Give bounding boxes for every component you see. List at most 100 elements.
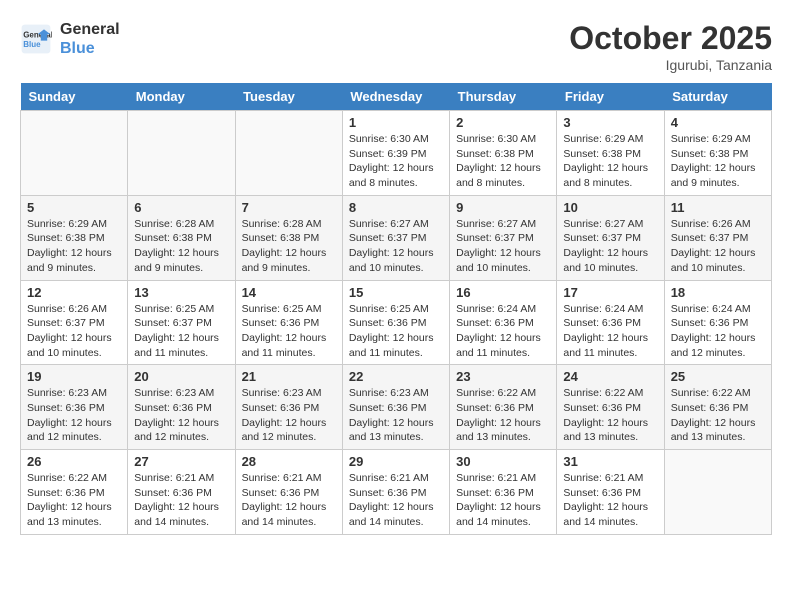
svg-text:Blue: Blue: [23, 40, 41, 49]
calendar-cell: 19 Sunrise: 6:23 AM Sunset: 6:36 PM Dayli…: [21, 365, 128, 450]
calendar-cell: 1 Sunrise: 6:30 AM Sunset: 6:39 PM Daylig…: [342, 111, 449, 196]
day-info: Sunrise: 6:21 AM Sunset: 6:36 PM Dayligh…: [134, 471, 228, 530]
page-header: General Blue General Blue October 2025 I…: [20, 20, 772, 73]
calendar-week-row: 26 Sunrise: 6:22 AM Sunset: 6:36 PM Dayli…: [21, 450, 772, 535]
day-info: Sunrise: 6:29 AM Sunset: 6:38 PM Dayligh…: [563, 132, 657, 191]
calendar-cell: 12 Sunrise: 6:26 AM Sunset: 6:37 PM Dayli…: [21, 280, 128, 365]
calendar-cell: 23Sunrise: 6:22 AM Sunset: 6:36 PM Dayli…: [450, 365, 557, 450]
day-info: Sunrise: 6:24 AM Sunset: 6:36 PM Dayligh…: [563, 302, 657, 361]
day-info: Sunrise: 6:23 AM Sunset: 6:36 PM Dayligh…: [27, 386, 121, 445]
calendar-cell: 22 Sunrise: 6:23 AM Sunset: 6:36 PM Dayli…: [342, 365, 449, 450]
logo: General Blue General Blue: [20, 20, 120, 58]
day-info: Sunrise: 6:25 AM Sunset: 6:36 PM Dayligh…: [349, 302, 443, 361]
day-info: Sunrise: 6:21 AM Sunset: 6:36 PM Dayligh…: [563, 471, 657, 530]
day-number: 14: [242, 285, 336, 300]
day-number: 20: [134, 369, 228, 384]
svg-text:General: General: [23, 31, 52, 40]
day-info: Sunrise: 6:22 AM Sunset: 6:36 PM Dayligh…: [671, 386, 765, 445]
day-number: 6: [134, 200, 228, 215]
day-number: 8: [349, 200, 443, 215]
day-info: Sunrise: 6:29 AM Sunset: 6:38 PM Dayligh…: [671, 132, 765, 191]
weekday-header-monday: Monday: [128, 83, 235, 111]
calendar-cell: [235, 111, 342, 196]
day-info: Sunrise: 6:23 AM Sunset: 6:36 PM Dayligh…: [134, 386, 228, 445]
day-number: 19: [27, 369, 121, 384]
day-number: 16: [456, 285, 550, 300]
day-number: 25: [671, 369, 765, 384]
calendar-cell: 30 Sunrise: 6:21 AM Sunset: 6:36 PM Dayli…: [450, 450, 557, 535]
day-info: Sunrise: 6:29 AM Sunset: 6:38 PM Dayligh…: [27, 217, 121, 276]
calendar-cell: 20 Sunrise: 6:23 AM Sunset: 6:36 PM Dayli…: [128, 365, 235, 450]
day-number: 18: [671, 285, 765, 300]
day-number: 15: [349, 285, 443, 300]
day-number: 2: [456, 115, 550, 130]
day-number: 26: [27, 454, 121, 469]
weekday-header-friday: Friday: [557, 83, 664, 111]
day-info: Sunrise: 6:21 AM Sunset: 6:36 PM Dayligh…: [456, 471, 550, 530]
calendar-cell: 9 Sunrise: 6:27 AM Sunset: 6:37 PM Daylig…: [450, 195, 557, 280]
day-info: Sunrise: 6:30 AM Sunset: 6:38 PM Dayligh…: [456, 132, 550, 191]
day-number: 4: [671, 115, 765, 130]
day-number: 30: [456, 454, 550, 469]
logo-general: General: [60, 20, 120, 39]
calendar-cell: 13 Sunrise: 6:25 AM Sunset: 6:37 PM Dayli…: [128, 280, 235, 365]
calendar-cell: 29Sunrise: 6:21 AM Sunset: 6:36 PM Dayli…: [342, 450, 449, 535]
location-subtitle: Igurubi, Tanzania: [569, 57, 772, 73]
weekday-header-thursday: Thursday: [450, 83, 557, 111]
calendar-cell: 8 Sunrise: 6:27 AM Sunset: 6:37 PM Daylig…: [342, 195, 449, 280]
day-info: Sunrise: 6:28 AM Sunset: 6:38 PM Dayligh…: [242, 217, 336, 276]
calendar-cell: 6 Sunrise: 6:28 AM Sunset: 6:38 PM Daylig…: [128, 195, 235, 280]
calendar-table: SundayMondayTuesdayWednesdayThursdayFrid…: [20, 83, 772, 535]
day-number: 3: [563, 115, 657, 130]
calendar-cell: 15 Sunrise: 6:25 AM Sunset: 6:36 PM Dayli…: [342, 280, 449, 365]
calendar-cell: 21 Sunrise: 6:23 AM Sunset: 6:36 PM Dayli…: [235, 365, 342, 450]
calendar-cell: 25 Sunrise: 6:22 AM Sunset: 6:36 PM Dayli…: [664, 365, 771, 450]
day-info: Sunrise: 6:27 AM Sunset: 6:37 PM Dayligh…: [456, 217, 550, 276]
calendar-week-row: 19 Sunrise: 6:23 AM Sunset: 6:36 PM Dayli…: [21, 365, 772, 450]
day-number: 9: [456, 200, 550, 215]
day-info: Sunrise: 6:26 AM Sunset: 6:37 PM Dayligh…: [27, 302, 121, 361]
weekday-header-sunday: Sunday: [21, 83, 128, 111]
day-info: Sunrise: 6:23 AM Sunset: 6:36 PM Dayligh…: [242, 386, 336, 445]
day-info: Sunrise: 6:22 AM Sunset: 6:36 PM Dayligh…: [27, 471, 121, 530]
calendar-cell: 26 Sunrise: 6:22 AM Sunset: 6:36 PM Dayli…: [21, 450, 128, 535]
calendar-cell: 5Sunrise: 6:29 AM Sunset: 6:38 PM Daylig…: [21, 195, 128, 280]
calendar-cell: 24 Sunrise: 6:22 AM Sunset: 6:36 PM Dayli…: [557, 365, 664, 450]
day-number: 12: [27, 285, 121, 300]
calendar-cell: [21, 111, 128, 196]
weekday-header-tuesday: Tuesday: [235, 83, 342, 111]
day-number: 31: [563, 454, 657, 469]
day-number: 24: [563, 369, 657, 384]
calendar-cell: 17 Sunrise: 6:24 AM Sunset: 6:36 PM Dayli…: [557, 280, 664, 365]
day-number: 1: [349, 115, 443, 130]
day-info: Sunrise: 6:24 AM Sunset: 6:36 PM Dayligh…: [671, 302, 765, 361]
logo-blue: Blue: [60, 39, 120, 58]
day-number: 13: [134, 285, 228, 300]
day-info: Sunrise: 6:22 AM Sunset: 6:36 PM Dayligh…: [563, 386, 657, 445]
day-info: Sunrise: 6:27 AM Sunset: 6:37 PM Dayligh…: [563, 217, 657, 276]
day-info: Sunrise: 6:25 AM Sunset: 6:37 PM Dayligh…: [134, 302, 228, 361]
calendar-cell: [128, 111, 235, 196]
calendar-cell: 2 Sunrise: 6:30 AM Sunset: 6:38 PM Daylig…: [450, 111, 557, 196]
weekday-header-row: SundayMondayTuesdayWednesdayThursdayFrid…: [21, 83, 772, 111]
calendar-cell: 11Sunrise: 6:26 AM Sunset: 6:37 PM Dayli…: [664, 195, 771, 280]
calendar-cell: 28Sunrise: 6:21 AM Sunset: 6:36 PM Dayli…: [235, 450, 342, 535]
calendar-cell: 3 Sunrise: 6:29 AM Sunset: 6:38 PM Daylig…: [557, 111, 664, 196]
day-number: 22: [349, 369, 443, 384]
day-info: Sunrise: 6:27 AM Sunset: 6:37 PM Dayligh…: [349, 217, 443, 276]
day-info: Sunrise: 6:28 AM Sunset: 6:38 PM Dayligh…: [134, 217, 228, 276]
logo-icon: General Blue: [20, 23, 52, 55]
day-number: 29: [349, 454, 443, 469]
calendar-cell: [664, 450, 771, 535]
day-info: Sunrise: 6:23 AM Sunset: 6:36 PM Dayligh…: [349, 386, 443, 445]
day-number: 17: [563, 285, 657, 300]
day-info: Sunrise: 6:22 AM Sunset: 6:36 PM Dayligh…: [456, 386, 550, 445]
day-number: 21: [242, 369, 336, 384]
day-number: 28: [242, 454, 336, 469]
calendar-cell: 27Sunrise: 6:21 AM Sunset: 6:36 PM Dayli…: [128, 450, 235, 535]
weekday-header-wednesday: Wednesday: [342, 83, 449, 111]
day-info: Sunrise: 6:24 AM Sunset: 6:36 PM Dayligh…: [456, 302, 550, 361]
weekday-header-saturday: Saturday: [664, 83, 771, 111]
day-info: Sunrise: 6:30 AM Sunset: 6:39 PM Dayligh…: [349, 132, 443, 191]
calendar-cell: 31 Sunrise: 6:21 AM Sunset: 6:36 PM Dayli…: [557, 450, 664, 535]
